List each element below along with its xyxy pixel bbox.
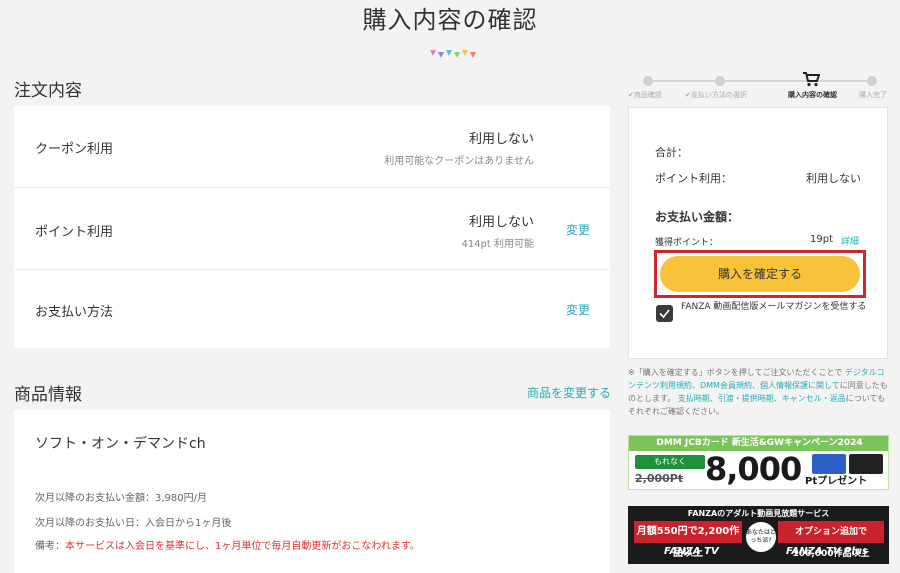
step-label-1: ✔商品確認 xyxy=(628,91,662,99)
earned-points-label: 獲得ポイント： xyxy=(655,238,719,248)
order-section-title: 注文内容 xyxy=(14,81,82,101)
step-label-3: 購入内容の確認 xyxy=(788,91,837,99)
stepper-line xyxy=(648,80,872,82)
product-name: ソフト・オン・デマンドch xyxy=(35,436,206,452)
coupon-row: クーポン利用 利用しない 利用可能なクーポンはありません xyxy=(14,106,610,188)
banner2-left-offer: 月額550円で2,200作品以上 xyxy=(634,521,742,559)
coupon-sub: 利用可能なクーポンはありません xyxy=(384,156,534,167)
banner1-badge: もれなく xyxy=(635,455,705,469)
note-label: 備考： xyxy=(35,541,65,552)
banner2-right-offer: オプション追加で100,000作品以上 xyxy=(778,521,884,559)
point-label: ポイント利用 xyxy=(35,225,114,240)
banner1-old-points: 2,000Pt xyxy=(635,472,684,485)
confirm-purchase-button[interactable]: 購入を確定する xyxy=(660,256,860,292)
payment-timing-link[interactable]: 支払時期、引渡・提供時期 xyxy=(678,394,774,403)
banner2-title: FANZAのアダルト動画見放題サービス xyxy=(687,509,830,518)
next-amount: 次月以降のお支払い金額：3,980円/月 xyxy=(35,493,207,504)
credit-card-dark-icon xyxy=(849,454,883,474)
banner1-pt-present: Ptプレゼント xyxy=(805,476,868,487)
bunting-decoration-icon xyxy=(430,50,476,58)
cancel-return-link[interactable]: キャンセル・返品 xyxy=(782,394,846,403)
change-product-link[interactable]: 商品を変更する xyxy=(527,384,611,401)
payment-row: お支払い方法 変更 xyxy=(14,270,610,348)
point-sub: 414pt 利用可能 xyxy=(461,239,534,250)
step-label-4: 購入完了 xyxy=(859,91,887,99)
point-value: 利用しない xyxy=(468,215,534,230)
product-note: 備考：本サービスは入会日を基準にし、1ヶ月単位で毎月自動更新がおこなわれます。 xyxy=(35,537,420,552)
cart-icon xyxy=(803,72,820,87)
banner1-title: DMM JCBカード 新生活&GWキャンペーン2024 xyxy=(629,436,888,451)
newsletter-checkbox-icon[interactable] xyxy=(656,305,673,322)
order-summary-card: 合計： ポイント利用： 利用しない お支払い金額： 獲得ポイント： 19pt 詳… xyxy=(628,107,888,359)
jcb-campaign-banner[interactable]: DMM JCBカード 新生活&GWキャンペーン2024 もれなく 2,000Pt… xyxy=(628,435,889,490)
fanza-tv-plus-logo: FANZA TV Plus xyxy=(786,546,868,557)
earned-points-value: 19pt xyxy=(810,234,833,245)
fanza-tv-logo: FANZA TV xyxy=(664,546,719,557)
confirm-highlight: 購入を確定する xyxy=(654,250,866,298)
step-dot-4 xyxy=(867,76,877,86)
payment-change-link[interactable]: 変更 xyxy=(566,301,590,318)
banner1-big-number: 8,000 xyxy=(705,450,802,488)
newsletter-label: FANZA 動画配信版メールマガジンを受信する xyxy=(681,302,867,312)
progress-stepper: ✔商品確認 ✔支払い方法の選択 購入内容の確認 購入完了 xyxy=(628,72,890,102)
fanza-tv-banner[interactable]: FANZAのアダルト動画見放題サービス 月額550円で2,200作品以上 あなた… xyxy=(628,506,889,564)
page-title: 購入内容の確認 xyxy=(362,6,538,34)
point-row: ポイント利用 利用しない 414pt 利用可能 変更 xyxy=(14,188,610,270)
banner2-circle: あなたはどっち派? xyxy=(746,522,776,552)
order-card: クーポン利用 利用しない 利用可能なクーポンはありません ポイント利用 利用しな… xyxy=(14,106,610,348)
note-text: 本サービスは入会日を基準にし、1ヶ月単位で毎月自動更新がおこなわれます。 xyxy=(65,541,420,552)
pay-amount-label: お支払い金額： xyxy=(655,210,740,224)
notice-text-1: ※「購入を確定する」ボタンを押してご注文いただくことで xyxy=(628,368,845,377)
coupon-label: クーポン利用 xyxy=(35,142,114,157)
credit-card-icon xyxy=(812,454,846,474)
product-card: ソフト・オン・デマンドch 次月以降のお支払い金額：3,980円/月 次月以降の… xyxy=(14,410,610,573)
terms-notice: ※「購入を確定する」ボタンを押してご注文いただくことで デジタルコンテンツ利用規… xyxy=(628,366,890,418)
summary-points-value: 利用しない xyxy=(806,172,861,185)
step-label-2: ✔支払い方法の選択 xyxy=(685,91,747,99)
product-section-title: 商品情報 xyxy=(14,385,82,405)
step-dot-1 xyxy=(643,76,653,86)
coupon-value: 利用しない xyxy=(468,132,534,147)
notice-text-3: 、 xyxy=(773,394,782,403)
point-change-link[interactable]: 変更 xyxy=(566,221,590,238)
step-dot-2 xyxy=(715,76,725,86)
payment-label: お支払い方法 xyxy=(35,305,114,320)
earned-points-detail-link[interactable]: 詳細 xyxy=(841,234,859,247)
summary-points-label: ポイント利用： xyxy=(655,172,732,185)
next-date: 次月以降のお支払い日：入会日から1ヶ月後 xyxy=(35,518,232,529)
total-label: 合計： xyxy=(655,146,688,159)
